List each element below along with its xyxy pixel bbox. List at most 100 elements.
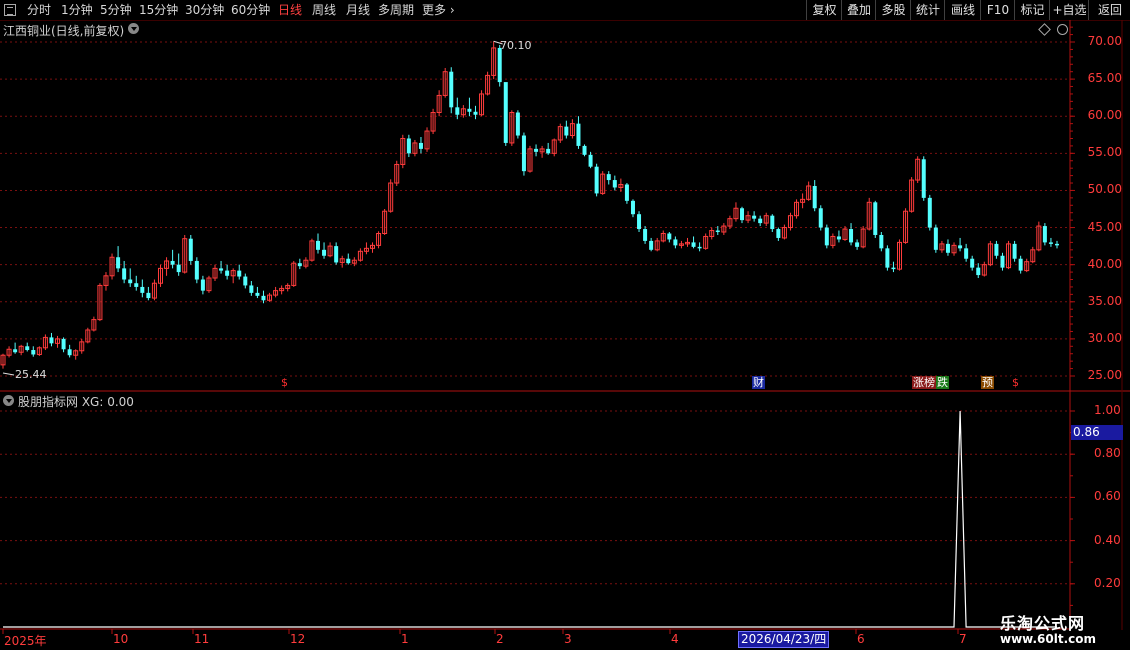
date-axis-label: 12 — [290, 632, 306, 646]
event-marker[interactable]: 跌 — [936, 376, 949, 389]
candle-body-down — [970, 258, 975, 268]
event-marker[interactable]: 涨榜 — [912, 376, 936, 389]
event-marker[interactable]: $ — [280, 376, 289, 389]
high-price-label: 70.10 — [500, 39, 532, 52]
candle-body-down — [921, 159, 926, 198]
event-marker[interactable]: 财 — [752, 376, 765, 389]
candle-body-down — [933, 227, 938, 250]
candle-body-down — [812, 185, 817, 209]
candle-body-down — [885, 248, 890, 268]
price-axis-label: 55.00 — [1087, 145, 1122, 160]
price-axis-label: 60.00 — [1087, 108, 1122, 123]
candle-body-down — [455, 107, 460, 115]
candle-body-down — [836, 236, 841, 240]
candle-body-down — [630, 200, 635, 215]
candle-body-down — [879, 234, 884, 249]
candle-body-down — [140, 286, 145, 293]
candle-body-down — [758, 218, 763, 224]
candle-body-down — [146, 292, 151, 299]
candle-body-down — [334, 246, 339, 263]
date-axis-label: 2025年 — [4, 634, 47, 648]
candle-body-down — [534, 148, 539, 152]
candle-body-down — [176, 264, 181, 273]
candle-body-down — [606, 174, 611, 181]
watermark-url: www.60lt.com — [1000, 632, 1097, 646]
candle-body-down — [576, 123, 581, 146]
candle-body-down — [297, 263, 302, 267]
candle-body-down — [927, 197, 932, 228]
candle-body-down — [824, 227, 829, 246]
candle-body-down — [1042, 226, 1047, 243]
candle-body-down — [891, 267, 896, 270]
price-axis-label: 25.00 — [1087, 368, 1122, 382]
candle-body-down — [582, 145, 587, 155]
candle-body-down — [976, 267, 981, 276]
candle-body-down — [503, 82, 508, 143]
candle-body-down — [521, 135, 526, 172]
candle-body-down — [691, 242, 696, 247]
candle-body-down — [770, 215, 775, 230]
indicator-axis-label: 0.20 — [1094, 575, 1121, 590]
watermark-title: 乐淘公式网 — [1000, 614, 1086, 633]
candle-body-down — [219, 268, 224, 271]
stock-title: 江西铜业(日线,前复权) — [3, 24, 125, 38]
candle-body-down — [13, 349, 18, 353]
candle-body-down — [194, 260, 199, 280]
candle-body-down — [497, 47, 502, 83]
candle-body-down — [116, 257, 121, 269]
candle-body-down — [546, 148, 551, 154]
candle-body-down — [67, 349, 72, 356]
candle-body-down — [697, 246, 702, 249]
candle-body-down — [237, 270, 242, 277]
candle-body-down — [315, 240, 320, 250]
candle-body-down — [467, 108, 472, 112]
selected-date: 2026/04/23/四 — [738, 631, 830, 648]
indicator-axis-label: 1.00 — [1094, 403, 1121, 417]
circle-icon[interactable] — [1057, 24, 1068, 35]
candle-body-down — [406, 138, 411, 154]
candle-body-down — [667, 233, 672, 240]
candle-body-down — [249, 285, 254, 293]
candle-body-down — [964, 248, 969, 259]
candle-body-down — [25, 346, 30, 351]
price-axis-label: 45.00 — [1087, 219, 1122, 234]
candle-body-down — [958, 245, 963, 249]
candle-body-down — [261, 295, 266, 301]
candle-body-down — [945, 243, 950, 253]
candle-body-down — [649, 240, 654, 250]
candle-body-down — [31, 350, 36, 355]
price-axis-label: 50.00 — [1087, 182, 1122, 197]
candle-body-down — [225, 270, 230, 276]
candle-body-down — [1048, 242, 1053, 244]
candle-body-down — [128, 279, 133, 284]
date-axis-label: 2 — [496, 632, 504, 646]
candle-body-down — [624, 184, 629, 201]
title-dropdown-icon[interactable] — [128, 23, 139, 34]
price-axis-label: 65.00 — [1087, 71, 1122, 86]
candle-body-down — [637, 214, 642, 230]
candle-body-down — [776, 229, 781, 238]
indicator-axis-label: 0.80 — [1094, 446, 1121, 461]
current-value-badge: 0.86 — [1071, 425, 1123, 440]
indicator-dropdown-icon[interactable] — [3, 395, 14, 406]
candle-body-down — [994, 243, 999, 256]
candle-body-down — [873, 202, 878, 235]
candle-body-down — [1055, 243, 1059, 246]
low-price-label: 25.44 — [15, 368, 47, 381]
event-marker[interactable]: 预 — [981, 376, 994, 389]
candle-body-down — [449, 71, 454, 108]
candle-body-down — [1018, 258, 1023, 271]
candle-body-down — [243, 276, 248, 286]
date-axis-label: 10 — [113, 632, 129, 646]
date-axis-label: 6 — [857, 632, 865, 646]
candle-body-down — [588, 154, 593, 167]
indicator-axis-label: 0.60 — [1094, 489, 1121, 504]
price-axis-label: 30.00 — [1087, 330, 1122, 345]
kline-chart[interactable] — [0, 0, 1130, 650]
candle-body-down — [188, 238, 193, 261]
candle-body-down — [715, 230, 720, 233]
candle-body-down — [740, 208, 745, 221]
date-axis-label: 4 — [671, 632, 679, 646]
price-axis-label: 70.00 — [1087, 34, 1122, 48]
event-marker[interactable]: $ — [1011, 376, 1020, 389]
